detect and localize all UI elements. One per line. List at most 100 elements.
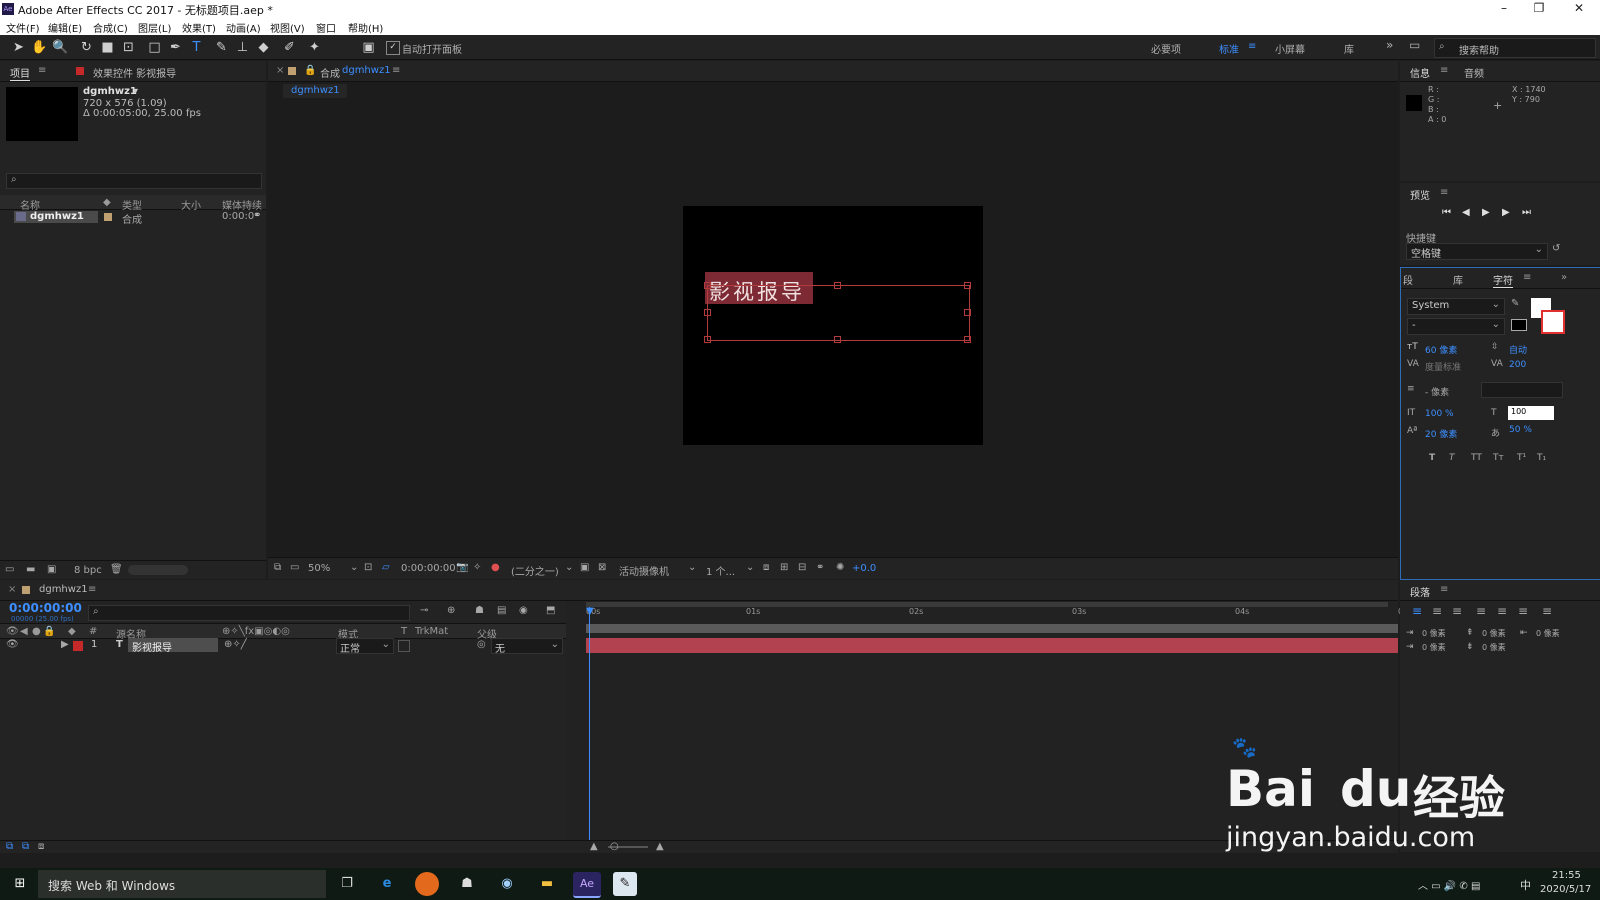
draft-3d-icon[interactable]: ⊕ (447, 605, 455, 616)
task-view-icon[interactable]: ❐ (335, 872, 359, 896)
pan-behind-tool-icon[interactable]: ⊡ (120, 39, 137, 56)
transfer-controls-toggle-icon[interactable]: ⧉ (22, 841, 29, 852)
brush-tool-icon[interactable]: ✎ (213, 39, 230, 56)
handle-top-left[interactable] (704, 282, 711, 289)
hand-tool-icon[interactable]: ✋ (31, 39, 48, 56)
font-style-select[interactable]: - ⌄ (1407, 318, 1505, 335)
notepad-icon[interactable]: ✎ (613, 872, 637, 896)
panel-menu-icon[interactable]: ≡ (88, 584, 96, 595)
superscript-button[interactable]: T¹ (1517, 453, 1526, 463)
ime-indicator[interactable]: 中 (1520, 877, 1531, 893)
in-out-toggle-icon[interactable]: ⧈ (38, 841, 44, 852)
timeline-search-input[interactable]: ⌕ (88, 605, 410, 621)
tab-comp-dgmhwz1[interactable]: dgmhwz1 (342, 65, 391, 76)
column-t[interactable]: T (401, 626, 407, 637)
layer-visibility-icon[interactable]: 👁 (6, 639, 19, 650)
workspace-small-screen[interactable]: 小屏幕 (1275, 41, 1305, 56)
tab-timeline-dgmhwz1[interactable]: dgmhwz1 (39, 584, 88, 595)
layer-label-swatch[interactable] (73, 641, 83, 651)
menu-composition[interactable]: 合成(C) (93, 20, 128, 35)
comp-sub-tab[interactable]: dgmhwz1 (283, 84, 347, 98)
text-tool-icon[interactable]: T (188, 39, 205, 56)
after-effects-taskbar-icon[interactable]: Ae (573, 872, 601, 898)
space-after-value[interactable]: 0 像素 (1482, 642, 1506, 653)
layer-switches-toggle-icon[interactable]: ⧉ (6, 841, 13, 852)
tab-project[interactable]: 项目 (10, 65, 30, 81)
baseline-shift-value[interactable]: 20 像素 (1425, 427, 1457, 440)
flowchart-icon[interactable]: ⚭ (816, 562, 824, 573)
align-right-icon[interactable]: ≡ (1452, 604, 1462, 618)
menu-layer[interactable]: 图层(L) (138, 20, 171, 35)
snapping-icon[interactable]: ▣ (360, 39, 377, 56)
new-folder-icon[interactable]: ▬ (26, 564, 35, 575)
panel-menu-icon[interactable]: ≡ (38, 65, 46, 76)
switches-icons[interactable]: ⊕✧╲fx▣◎◐◎ (222, 626, 290, 637)
timeline-icon[interactable]: ⊟ (798, 562, 806, 573)
minimize-button[interactable]: – (1487, 1, 1521, 15)
channel-icon[interactable]: ● (491, 562, 500, 573)
puppet-tool-icon[interactable]: ✦ (306, 39, 323, 56)
pickwhip-icon[interactable]: ◎ (477, 639, 486, 650)
thumbnail-slider[interactable] (128, 565, 188, 575)
handle-bottom-left[interactable] (704, 336, 711, 343)
panel-menu-icon[interactable]: ≡ (1440, 584, 1448, 595)
close-icon[interactable]: × (8, 584, 16, 595)
auto-open-checkbox[interactable]: ✓ (386, 41, 400, 55)
comp-tab-prefix[interactable]: 合成 (320, 65, 340, 80)
tab-info[interactable]: 信息 (1410, 65, 1430, 80)
windows-start-icon[interactable]: ⊞ (8, 872, 32, 896)
table-row[interactable]: 👁 ▶ 1 T 影视报导 ⊕✧╱ 正常 ⌄ ◎ 无 ⌄ (0, 638, 566, 655)
frame-blending-icon[interactable]: ▤ (497, 605, 506, 616)
fit-icon[interactable]: ⊡ (364, 562, 372, 573)
layer-mode-select[interactable]: 正常 ⌄ (336, 638, 394, 655)
menu-edit[interactable]: 编辑(E) (48, 20, 82, 35)
camera-select[interactable]: 活动摄像机 (619, 563, 669, 578)
previous-frame-icon[interactable]: ◀ (1462, 207, 1470, 218)
graph-editor-icon[interactable]: ⬒ (546, 605, 555, 616)
more-workspaces-icon[interactable]: » (1386, 38, 1393, 52)
toggle-pixel-icon[interactable]: ⧈ (763, 562, 769, 573)
bpc-label[interactable]: 8 bpc (74, 565, 102, 576)
shy-layers-icon[interactable]: ☗ (475, 605, 484, 616)
handle-top-right[interactable] (964, 282, 971, 289)
zoom-tool-icon[interactable]: 🔍 (52, 39, 69, 56)
text-bounding-box[interactable] (707, 285, 970, 341)
first-line-indent-value[interactable]: 0 像素 (1422, 642, 1446, 653)
close-icon[interactable]: × (276, 65, 284, 76)
project-row-name[interactable]: dgmhwz1 (30, 211, 84, 222)
views-select[interactable]: 1 个... (706, 563, 735, 578)
delete-icon[interactable]: 🗑 (110, 564, 123, 575)
menu-help[interactable]: 帮助(H) (348, 20, 383, 35)
font-family-select[interactable]: System ⌄ (1407, 298, 1505, 315)
layer-duration-bar[interactable] (586, 638, 1398, 653)
handle-mid-left[interactable] (704, 309, 711, 316)
label-tag-icon[interactable]: ◆ (68, 626, 76, 637)
project-search-input[interactable]: ⌕ (6, 173, 262, 189)
handle-mid-right[interactable] (964, 309, 971, 316)
monitor-icon[interactable]: ▭ (290, 562, 299, 573)
clone-stamp-tool-icon[interactable]: ⊥ (234, 39, 251, 56)
align-left-icon[interactable]: ≡ (1412, 604, 1422, 618)
tray-icons[interactable]: ︿ ▭ 🔊 ✆ ▤ (1418, 877, 1480, 892)
stroke-color-swatch[interactable] (1541, 310, 1565, 334)
handle-top-mid[interactable] (834, 282, 841, 289)
roto-brush-tool-icon[interactable]: ✐ (281, 39, 298, 56)
leading-value[interactable]: 自动 (1509, 343, 1527, 356)
tab-preview[interactable]: 预览 (1410, 187, 1430, 202)
expand-arrow-icon[interactable]: ▶ (61, 639, 69, 650)
faux-bold-button[interactable]: T (1429, 453, 1435, 463)
menu-effect[interactable]: 效果(T) (182, 20, 216, 35)
justify-last-center-icon[interactable]: ≡ (1497, 604, 1507, 618)
work-area-bar[interactable] (586, 602, 1388, 607)
justify-last-right-icon[interactable]: ≡ (1518, 604, 1528, 618)
tab-effect-controls[interactable]: 效果控件 影视报导 (93, 65, 176, 80)
workspace-essentials[interactable]: 必要项 (1151, 41, 1181, 56)
panel-menu-icon[interactable]: ≡ (392, 65, 400, 76)
workspace-standard[interactable]: 标准 (1219, 41, 1239, 56)
camera-tool-icon[interactable]: ■ (99, 39, 116, 56)
menu-view[interactable]: 视图(V) (270, 20, 305, 35)
clock-date[interactable]: 2020/5/17 (1540, 884, 1591, 895)
interpret-footage-icon[interactable]: ▭ (5, 564, 14, 575)
indent-right-value[interactable]: 0 像素 (1536, 628, 1560, 639)
visibility-icon[interactable]: 👁 (6, 626, 19, 637)
